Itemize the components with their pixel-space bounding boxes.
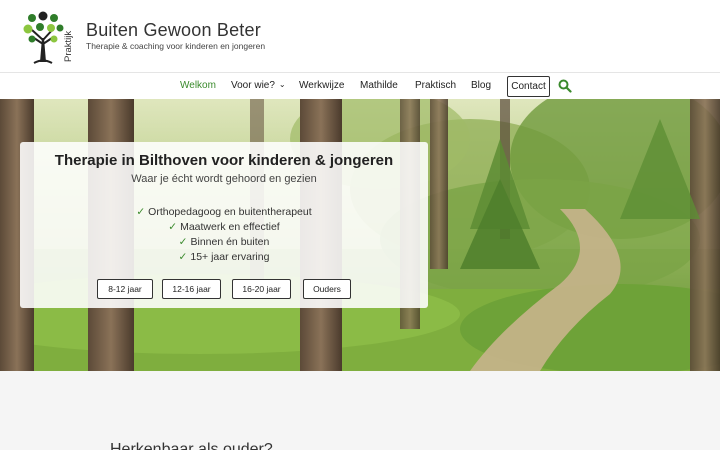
site-tagline: Therapie & coaching voor kinderen en jon… (86, 41, 266, 51)
check-item-label: Binnen én buiten (190, 236, 270, 248)
feature-checklist: ✓ Orthopedagoog en buitentherapeut ✓ Maatw… (20, 205, 428, 265)
site-title[interactable]: Buiten Gewoon Beter (86, 20, 261, 41)
logo-side-text: Praktijk (63, 31, 74, 62)
nav-item-voor-wie-label: Voor wie? (231, 80, 275, 91)
age-12-16-button[interactable]: 12-16 jaar (162, 279, 221, 299)
check-item: ✓ Orthopedagoog en buitentherapeut (20, 205, 428, 220)
contact-button[interactable]: Contact (507, 76, 550, 97)
checkmark-icon: ✓ (178, 251, 188, 263)
check-item: ✓ 15+ jaar ervaring (20, 250, 428, 265)
hero-subtitle: Waar je écht wordt gehoord en gezien (131, 173, 317, 185)
tree-logo-icon[interactable]: Praktijk (18, 8, 76, 66)
hero-title: Therapie in Bilthoven voor kinderen & jo… (54, 152, 394, 169)
nav-item-praktisch[interactable]: Praktisch (415, 80, 456, 91)
checkmark-icon: ✓ (136, 206, 146, 218)
intro-section: Herkenbaar als ouder? (0, 371, 720, 450)
nav-item-blog[interactable]: Blog (471, 80, 491, 91)
check-item: ✓ Binnen én buiten (20, 235, 428, 250)
age-8-12-button[interactable]: 8-12 jaar (97, 279, 153, 299)
age-16-20-button[interactable]: 16-20 jaar (232, 279, 291, 299)
check-item-label: Orthopedagoog en buitentherapeut (148, 206, 312, 218)
main-nav: Welkom Voor wie? ⌄ Werkwijze Mathilde Pra… (0, 72, 720, 99)
nav-item-welkom[interactable]: Welkom (180, 80, 216, 91)
section-heading: Herkenbaar als ouder? (110, 441, 273, 450)
nav-item-voor-wie[interactable]: Voor wie? ⌄ (231, 80, 286, 91)
site-header: Praktijk Buiten Gewoon Beter Therapie & … (0, 0, 720, 72)
check-item-label: 15+ jaar ervaring (190, 251, 270, 263)
nav-item-mathilde[interactable]: Mathilde (360, 80, 398, 91)
checkmark-icon: ✓ (178, 236, 188, 248)
checkmark-icon: ✓ (168, 221, 178, 233)
check-item: ✓ Maatwerk en effectief (20, 220, 428, 235)
check-item-label: Maatwerk en effectief (180, 221, 280, 233)
nav-item-werkwijze[interactable]: Werkwijze (299, 80, 344, 91)
chevron-down-icon: ⌄ (278, 80, 286, 89)
hero-card: Therapie in Bilthoven voor kinderen & jo… (20, 142, 428, 308)
ouders-button[interactable]: Ouders (303, 279, 351, 299)
search-icon[interactable] (558, 79, 572, 93)
